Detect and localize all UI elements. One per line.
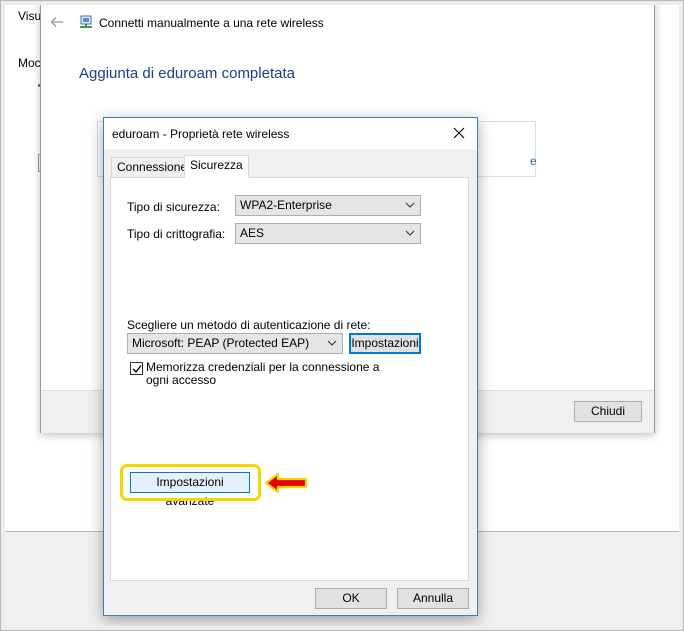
screenshot-frame: [0, 0, 684, 631]
tab-sicurezza[interactable]: Sicurezza: [184, 155, 249, 178]
